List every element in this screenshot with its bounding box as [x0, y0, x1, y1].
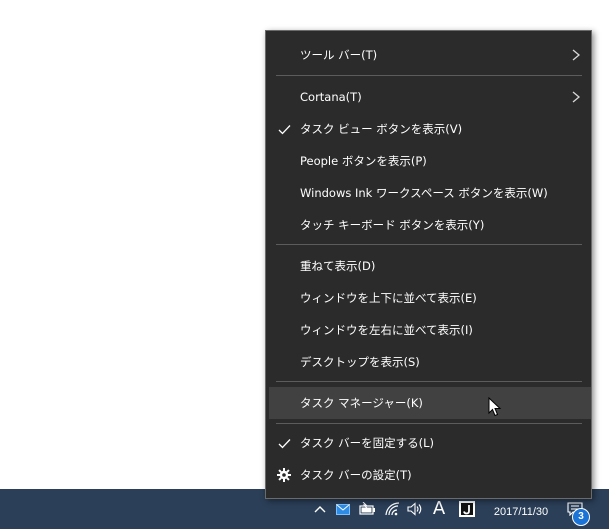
menu-item-label: ウィンドウを左右に並べて表示(I) [300, 323, 473, 337]
ime-indicator-label: A [432, 498, 446, 519]
menu-separator [276, 75, 582, 76]
menu-item-label: タスク ビュー ボタンを表示(V) [300, 122, 463, 136]
menu-item-label: ウィンドウを上下に並べて表示(E) [300, 291, 477, 305]
ime-a-icon[interactable]: A [430, 499, 448, 519]
menu-separator [276, 423, 582, 424]
menu-item-label: デスクトップを表示(S) [300, 355, 420, 369]
menu-separator [276, 244, 582, 245]
menu-item-cortana[interactable]: Cortana(T) [266, 81, 591, 113]
taskbar-context-menu: ツール バー(T) Cortana(T) タスク ビュー ボタンを表示(V) P… [265, 30, 592, 499]
menu-item-show-windows-ink-button[interactable]: Windows Ink ワークスペース ボタンを表示(W) [266, 177, 591, 209]
menu-item-show-touch-keyboard-button[interactable]: タッチ キーボード ボタンを表示(Y) [266, 209, 591, 241]
battery-icon[interactable] [358, 499, 378, 519]
menu-item-stack-windows[interactable]: ウィンドウを上下に並べて表示(E) [266, 282, 591, 314]
app-j-icon[interactable] [458, 499, 476, 519]
menu-item-show-desktop[interactable]: デスクトップを表示(S) [266, 346, 591, 378]
menu-item-label: Windows Ink ワークスペース ボタンを表示(W) [300, 186, 548, 200]
notification-count-badge: 3 [572, 508, 590, 526]
menu-item-taskbar-settings[interactable]: タスク バーの設定(T) [266, 459, 591, 491]
chevron-right-icon [572, 91, 581, 103]
menu-item-label: タスク バーの設定(T) [300, 468, 412, 482]
menu-item-label: タスク マネージャー(K) [300, 396, 423, 410]
mouse-cursor-icon [488, 397, 502, 417]
checkmark-icon [277, 436, 291, 450]
menu-item-toolbars[interactable]: ツール バー(T) [266, 39, 591, 71]
menu-item-label: People ボタンを表示(P) [300, 154, 427, 168]
menu-item-label: Cortana(T) [300, 90, 362, 104]
menu-item-label: ツール バー(T) [300, 48, 378, 62]
wifi-icon[interactable] [384, 499, 402, 519]
menu-item-label: タッチ キーボード ボタンを表示(Y) [300, 218, 485, 232]
menu-item-side-by-side-windows[interactable]: ウィンドウを左右に並べて表示(I) [266, 314, 591, 346]
menu-item-show-people-button[interactable]: People ボタンを表示(P) [266, 145, 591, 177]
mail-icon[interactable] [335, 499, 351, 519]
menu-item-lock-taskbar[interactable]: タスク バーを固定する(L) [266, 427, 591, 459]
menu-item-label: 重ねて表示(D) [300, 259, 376, 273]
clock-date: 2017/11/30 [493, 506, 549, 518]
chevron-right-icon [572, 49, 581, 61]
chevron-up-icon[interactable] [312, 499, 328, 519]
menu-separator [276, 381, 582, 382]
checkmark-icon [277, 122, 291, 136]
speaker-icon[interactable] [406, 499, 424, 519]
menu-item-show-task-view-button[interactable]: タスク ビュー ボタンを表示(V) [266, 113, 591, 145]
menu-item-label: タスク バーを固定する(L) [300, 436, 435, 450]
menu-item-task-manager[interactable]: タスク マネージャー(K) [269, 387, 591, 419]
gear-icon [277, 468, 291, 482]
menu-item-cascade-windows[interactable]: 重ねて表示(D) [266, 250, 591, 282]
